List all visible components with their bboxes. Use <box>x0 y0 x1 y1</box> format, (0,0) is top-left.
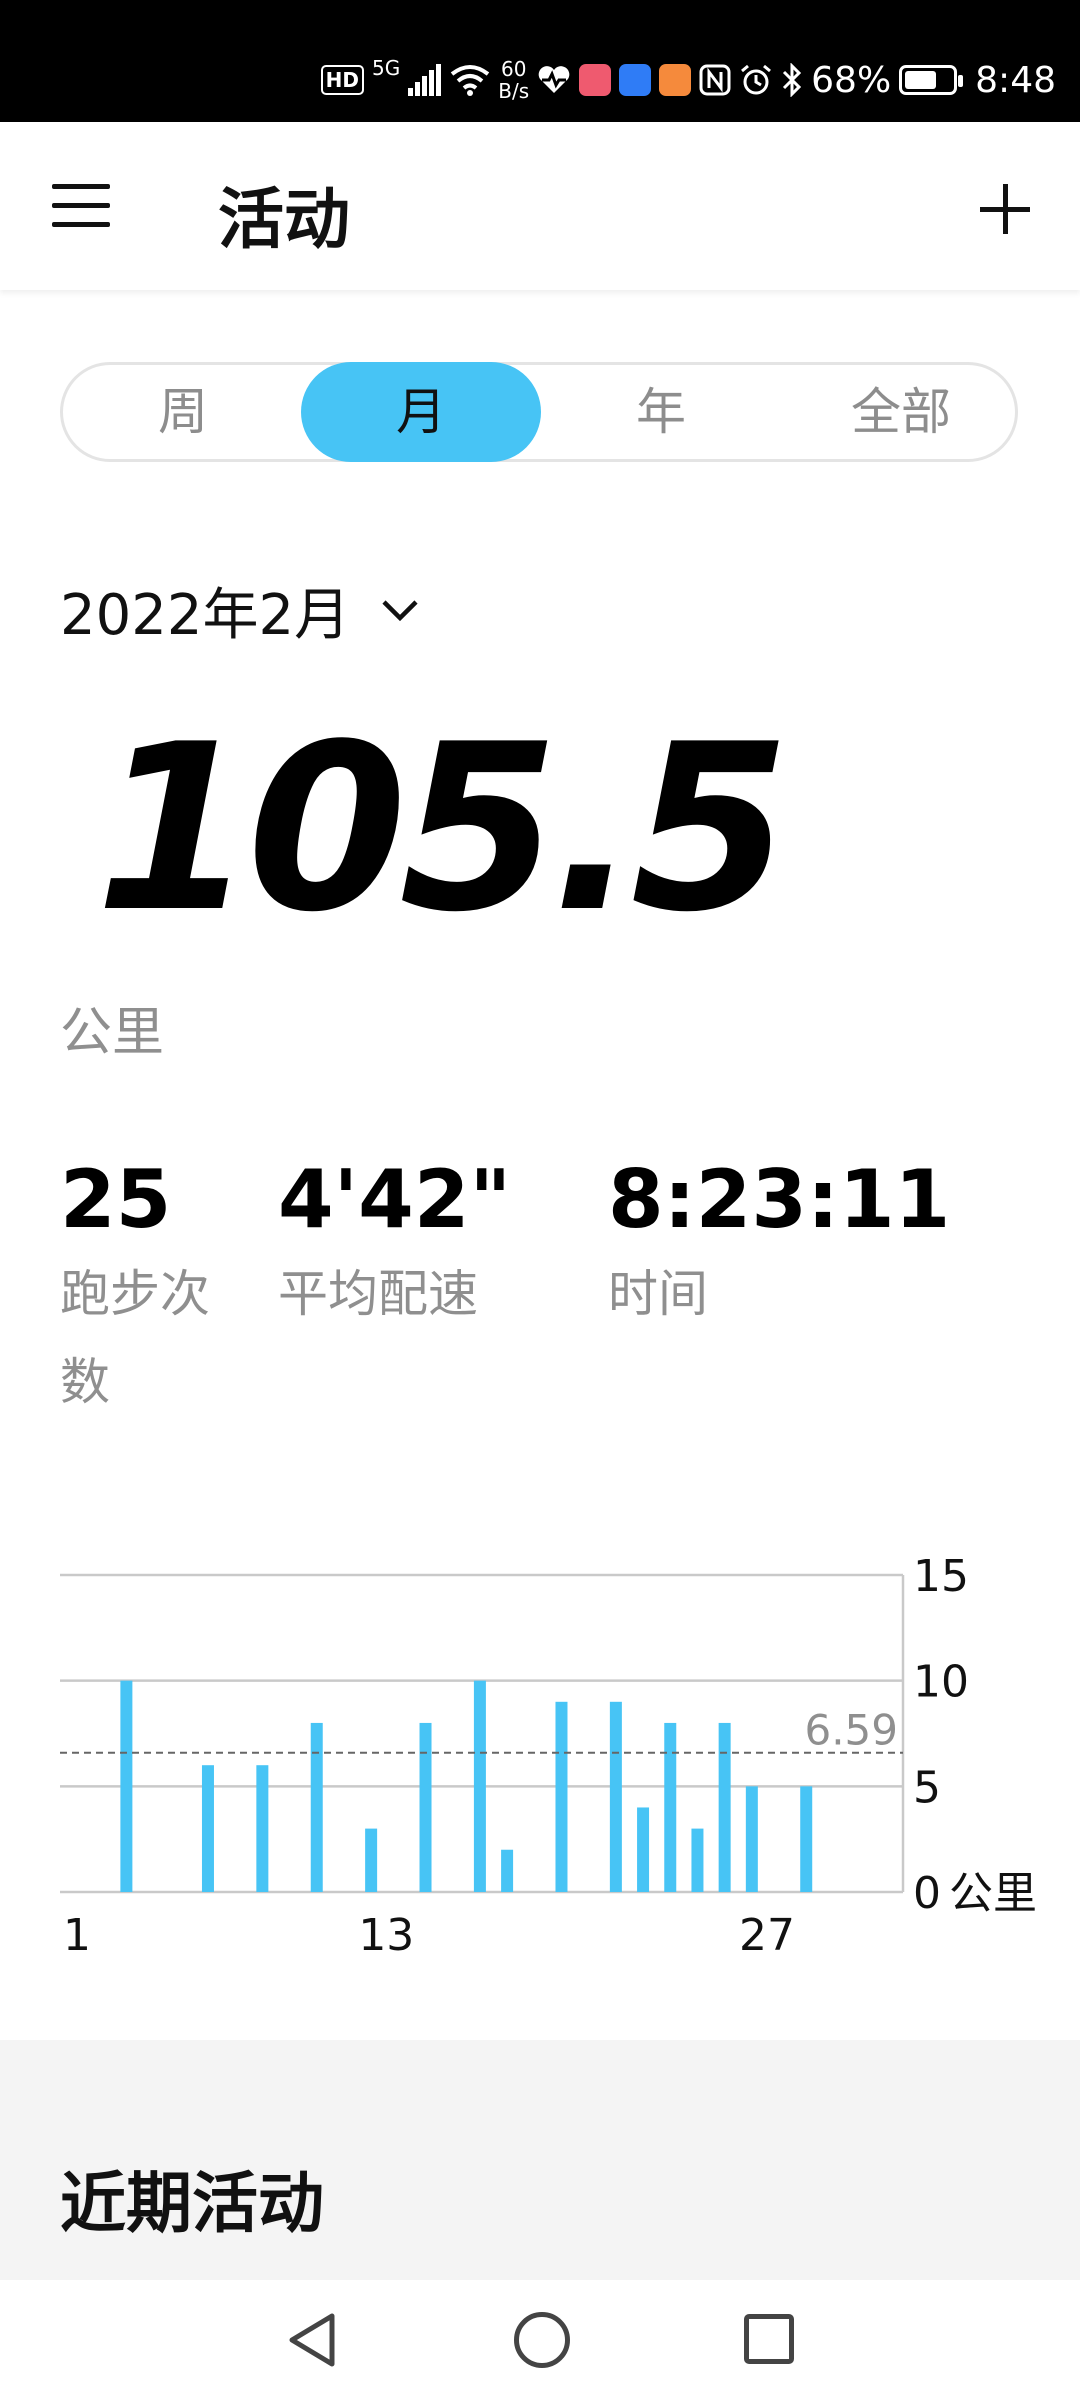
wifi-icon <box>451 65 490 96</box>
signal-icon <box>408 64 442 96</box>
health-app-icon <box>659 64 692 96</box>
recents-icon[interactable] <box>744 2314 794 2364</box>
bluetooth-icon <box>783 63 802 97</box>
bar <box>609 1701 622 1892</box>
recent-activities-section: 近期活动 <box>0 2040 1080 2280</box>
y-unit-label: 公里 <box>949 1868 1037 1919</box>
x-tick-label: 1 <box>63 1910 91 1961</box>
app-bar: 活动 <box>0 122 1080 290</box>
time-value: 8:23:11 <box>608 1153 951 1246</box>
bar <box>120 1680 133 1892</box>
bar <box>664 1722 677 1892</box>
average-label: 6.59 <box>804 1706 898 1755</box>
alarm-icon <box>741 64 772 95</box>
battery-icon <box>899 65 964 95</box>
tab-month[interactable]: 月 <box>301 362 541 462</box>
bar <box>718 1722 731 1892</box>
book-app-icon <box>579 64 612 96</box>
network-speed: 60 B/s <box>498 57 530 103</box>
y-tick-label: 10 <box>913 1657 969 1708</box>
bar <box>691 1828 704 1892</box>
network-type: 5G <box>372 56 401 80</box>
bar <box>637 1807 650 1892</box>
home-icon[interactable] <box>514 2312 570 2368</box>
tab-year[interactable]: 年 <box>541 362 781 462</box>
bar <box>201 1765 214 1892</box>
runs-value: 25 <box>60 1153 172 1246</box>
time-label: 时间 <box>608 1265 708 1323</box>
tab-week[interactable]: 周 <box>63 362 303 462</box>
distance-bar-chart: 15 10 5 0 公里 6.59 1 13 27 <box>60 1551 1037 1961</box>
bar <box>256 1765 269 1892</box>
bar <box>501 1849 514 1892</box>
month-label: 2022年2月 <box>60 582 351 648</box>
bar <box>800 1786 813 1892</box>
x-tick-label: 27 <box>739 1910 795 1961</box>
tab-all[interactable]: 全部 <box>781 362 1021 462</box>
recent-activities-title: 近期活动 <box>60 2165 324 2242</box>
bulb-app-icon <box>619 64 652 96</box>
y-tick-label: 5 <box>913 1762 941 1813</box>
status-time: 8:48 <box>975 59 1056 101</box>
plus-icon[interactable] <box>980 184 1030 234</box>
bar <box>745 1786 758 1892</box>
bar <box>473 1680 486 1892</box>
time-stat: 8:23:11 时间 <box>608 1150 950 1338</box>
runs-stat: 25 跑步次数 <box>60 1150 210 1426</box>
chevron-down-icon <box>382 600 418 622</box>
back-icon[interactable] <box>284 2310 340 2370</box>
y-tick-label: 15 <box>913 1551 969 1602</box>
bar <box>555 1701 568 1892</box>
status-bar: HD 5G 60 B/s 68% 8:48 <box>0 0 1080 122</box>
month-selector[interactable]: 2022年2月 <box>60 570 420 650</box>
pace-value: 4'42" <box>278 1153 512 1246</box>
hamburger-menu-icon[interactable] <box>52 184 112 228</box>
pace-label: 平均配速 <box>278 1265 478 1323</box>
page-title: 活动 <box>218 181 350 258</box>
battery-percent: 68% <box>811 59 892 101</box>
y-tick-label: 0 <box>913 1868 941 1919</box>
pace-stat: 4'42" 平均配速 <box>278 1150 511 1338</box>
heart-rate-icon <box>538 66 570 93</box>
system-nav-bar <box>0 2280 1080 2400</box>
period-segmented-control: 周 月 年 全部 <box>60 362 1018 462</box>
bar <box>365 1828 378 1892</box>
bar <box>310 1722 323 1892</box>
hd-icon: HD <box>320 65 365 95</box>
total-distance: 105.5 <box>95 696 791 963</box>
runs-label: 跑步次数 <box>60 1265 210 1411</box>
nfc-icon <box>699 64 731 96</box>
status-icons: HD 5G 60 B/s 68% 8:48 <box>320 50 1056 110</box>
x-tick-label: 13 <box>358 1910 414 1961</box>
distance-unit: 公里 <box>60 1003 165 1063</box>
bar <box>419 1722 432 1892</box>
